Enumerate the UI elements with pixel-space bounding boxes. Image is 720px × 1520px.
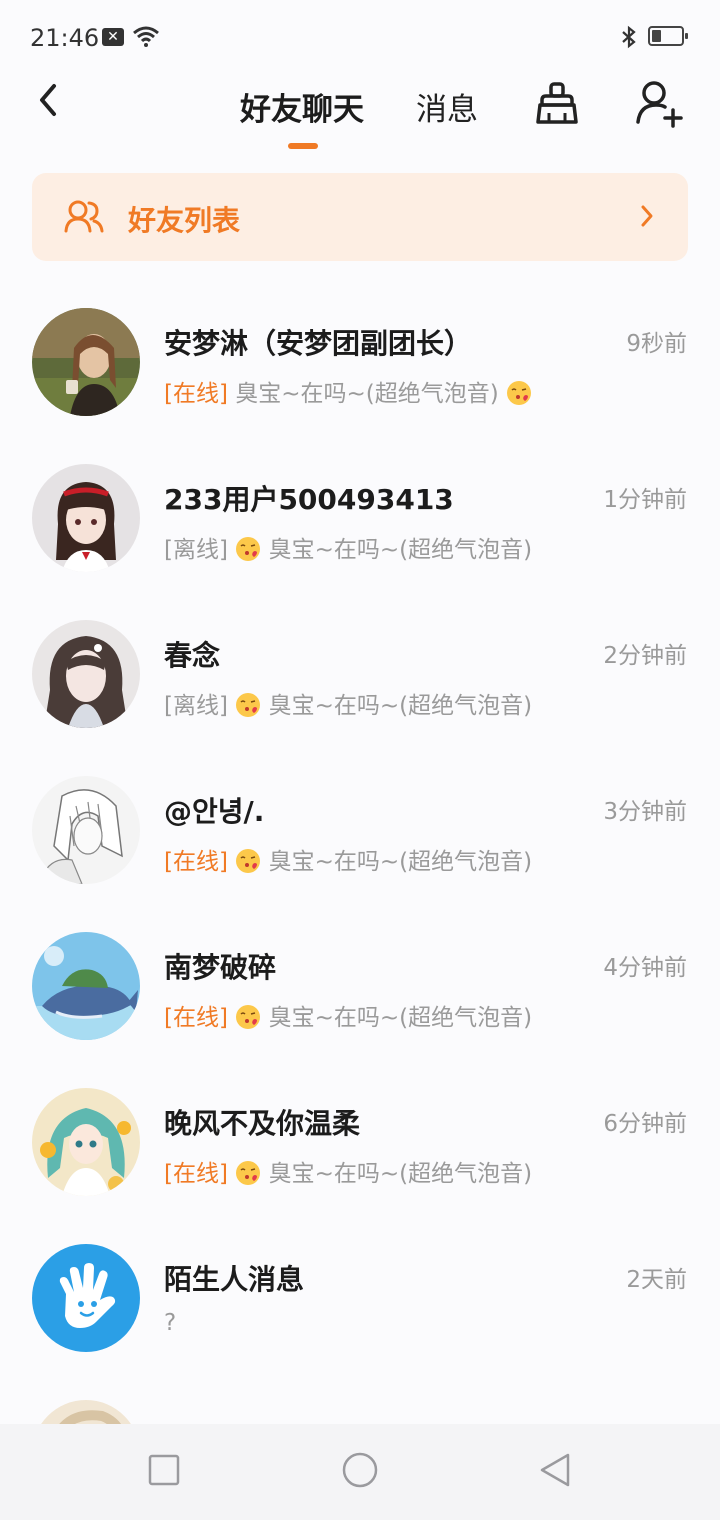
message-text: 臭宝~在吗~(超绝气泡音): [268, 1005, 533, 1031]
status-online-label: [在线]: [164, 1161, 228, 1187]
status-offline-label: [离线]: [164, 537, 228, 563]
message-text: 臭宝~在吗~(超绝气泡音): [235, 381, 499, 407]
chat-time: 9秒前: [626, 331, 687, 357]
chat-time: 2分钟前: [603, 643, 687, 669]
kiss-emoji-icon: [236, 849, 261, 873]
chat-preview: [在线] 臭宝~在吗~(超绝气泡音): [164, 842, 532, 876]
chat-name: 233用户500493413: [164, 483, 454, 516]
chat-preview: [离线] 臭宝~在吗~(超绝气泡音): [164, 686, 532, 720]
chat-preview: ?: [164, 1310, 176, 1336]
chat-name: 晚风不及你温柔: [164, 1107, 361, 1140]
chat-item[interactable]: 安梦淋（安梦团副团长） 9秒前 [在线] 臭宝~在吗~(超绝气泡音): [0, 300, 720, 430]
avatar: [32, 1088, 140, 1196]
avatar: [32, 620, 140, 728]
status-offline-label: [离线]: [164, 693, 228, 719]
chat-preview: [离线] 臭宝~在吗~(超绝气泡音): [164, 530, 532, 564]
kiss-emoji-icon: [236, 693, 261, 717]
chat-time: 3分钟前: [603, 799, 687, 825]
chat-item-stranger-messages[interactable]: 陌生人消息 2天前 ?: [0, 1236, 720, 1366]
wifi-icon: [133, 26, 159, 47]
chat-item[interactable]: 晚风不及你温柔 6分钟前 [在线] 臭宝~在吗~(超绝气泡音): [0, 1080, 720, 1210]
message-text: ?: [164, 1310, 177, 1336]
chat-name: @안녕/.: [164, 795, 265, 828]
chat-item[interactable]: 233用户500493413 1分钟前 [离线] 臭宝~在吗~(超绝气泡音): [0, 456, 720, 586]
active-tab-indicator: [288, 143, 318, 149]
avatar: [32, 308, 140, 416]
tab-messages[interactable]: 消息: [416, 84, 478, 129]
recent-apps-icon[interactable]: [148, 1454, 180, 1486]
chat-item[interactable]: @안녕/. 3分钟前 [在线] 臭宝~在吗~(超绝气泡音): [0, 768, 720, 898]
friend-list-label: 好友列表: [128, 204, 241, 237]
status-online-label: [在线]: [164, 849, 228, 875]
kiss-emoji-icon: [236, 1005, 261, 1029]
chat-time: 1分钟前: [603, 487, 687, 513]
chat-preview: [在线] 臭宝~在吗~(超绝气泡音): [164, 1154, 532, 1188]
message-text: 臭宝~在吗~(超绝气泡音): [268, 693, 533, 719]
chat-name: 春念: [164, 639, 221, 672]
status-online-label: [在线]: [164, 381, 228, 407]
chat-item[interactable]: 春念 2分钟前 [离线] 臭宝~在吗~(超绝气泡音): [0, 612, 720, 742]
avatar: [32, 776, 140, 884]
kiss-emoji-icon: [236, 537, 261, 561]
chevron-right-icon: [641, 205, 653, 227]
chat-preview: [在线] 臭宝~在吗~(超绝气泡音): [164, 998, 532, 1032]
chat-time: 6分钟前: [603, 1111, 687, 1137]
chat-item[interactable]: 南梦破碎 4分钟前 [在线] 臭宝~在吗~(超绝气泡音): [0, 924, 720, 1054]
chat-name: 安梦淋（安梦团副团长）: [164, 327, 473, 360]
tab-friend-chat[interactable]: 好友聊天: [240, 84, 364, 129]
message-text: 臭宝~在吗~(超绝气泡音): [268, 1161, 533, 1187]
chat-time: 2天前: [626, 1267, 687, 1293]
chat-name: 南梦破碎: [164, 951, 277, 984]
chat-name: 陌生人消息: [164, 1263, 305, 1296]
battery-icon: [648, 26, 688, 46]
bluetooth-icon: [622, 25, 636, 49]
kiss-emoji-icon: [507, 381, 532, 405]
waving-hand-icon: [32, 1244, 140, 1352]
chat-preview: [在线] 臭宝~在吗~(超绝气泡音): [164, 374, 532, 408]
system-nav-bar: [0, 1424, 720, 1520]
broom-clean-icon[interactable]: [532, 78, 582, 128]
friend-list-banner[interactable]: 好友列表: [32, 173, 688, 261]
header: 好友聊天 消息: [0, 72, 720, 162]
message-text: 臭宝~在吗~(超绝气泡音): [268, 537, 533, 563]
friends-group-icon: [64, 200, 104, 233]
avatar: [32, 464, 140, 572]
back-icon[interactable]: [538, 1452, 572, 1488]
status-time: 21:46: [30, 24, 100, 52]
notification-x-icon: ✕: [102, 28, 124, 46]
home-icon[interactable]: [341, 1451, 379, 1489]
status-online-label: [在线]: [164, 1005, 228, 1031]
avatar: [32, 932, 140, 1040]
back-arrow-icon[interactable]: [26, 80, 70, 124]
status-bar: 21:46 ✕: [0, 0, 720, 72]
chat-time: 4分钟前: [603, 955, 687, 981]
kiss-emoji-icon: [236, 1161, 261, 1185]
message-text: 臭宝~在吗~(超绝气泡音): [268, 849, 533, 875]
add-friend-icon[interactable]: [634, 78, 684, 128]
